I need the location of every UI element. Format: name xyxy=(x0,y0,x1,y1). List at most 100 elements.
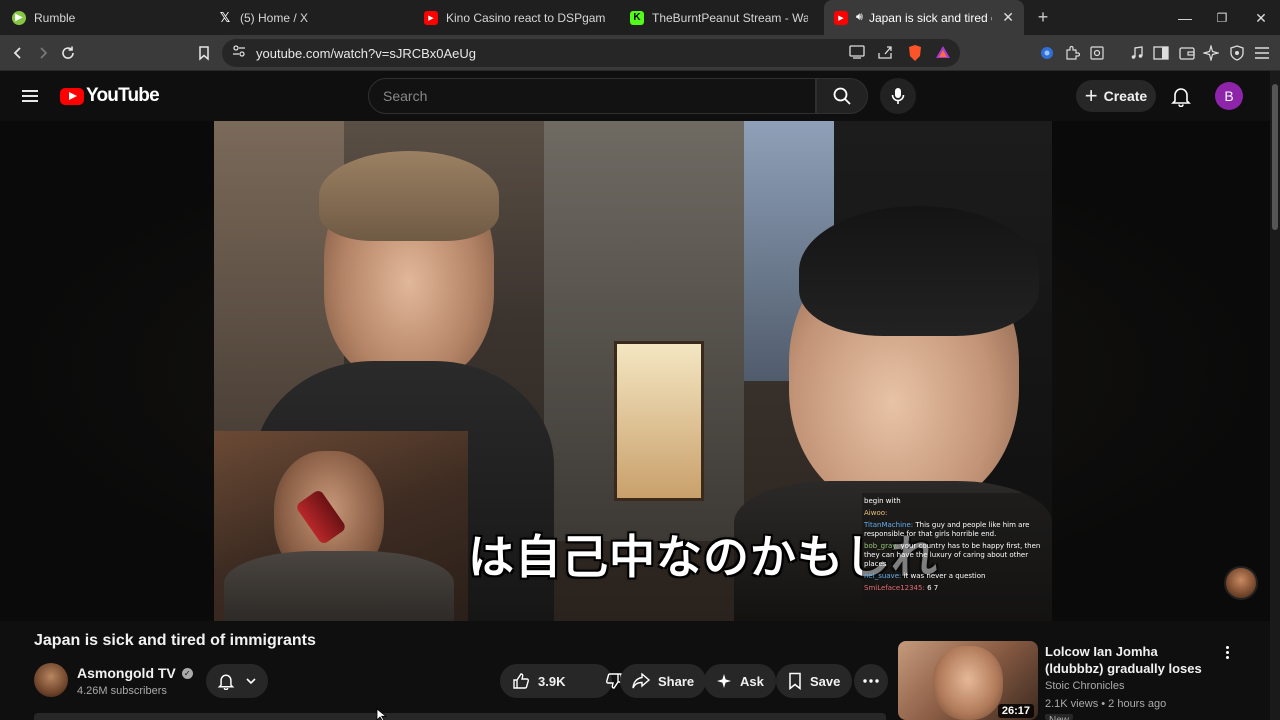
recommended-video-title[interactable]: Lolcow Ian Jomha (ldubbbz) gradually los… xyxy=(1045,643,1215,677)
channel-name: Asmongold TV xyxy=(77,665,176,681)
tab-label: (5) Home / X xyxy=(240,10,309,25)
minimize-icon[interactable]: — xyxy=(1175,8,1195,28)
chat-message: begin with xyxy=(864,497,1050,506)
notifications-bell-icon[interactable] xyxy=(1170,85,1192,108)
search-box[interactable] xyxy=(368,78,816,114)
chat-message: bob_gray: your country has to be happy f… xyxy=(864,542,1050,569)
search-icon xyxy=(833,87,851,105)
speaker-icon: 🔊︎ xyxy=(856,11,863,23)
channel-avatar[interactable] xyxy=(34,663,68,697)
browser-menu-icon[interactable] xyxy=(1253,44,1271,62)
site-settings-icon[interactable] xyxy=(232,44,246,63)
tab-kino-casino[interactable]: ▶ Kino Casino react to DSPgaming xyxy=(414,0,616,35)
tab-japan-video[interactable]: ▶ 🔊︎ Japan is sick and tired of imm ✕ xyxy=(824,0,1024,35)
create-button[interactable]: + Create xyxy=(1076,80,1156,112)
mouse-cursor-icon xyxy=(376,708,388,720)
browser-tab-strip: ▶ Rumble 𝕏 (5) Home / X ▶ Kino Casino re… xyxy=(0,0,1280,35)
youtube-logo[interactable]: YouTube xyxy=(60,85,160,107)
stream-chat-overlay: begin with Aiwoo: TitanMachine: This guy… xyxy=(862,493,1052,621)
reload-button[interactable] xyxy=(56,41,80,65)
tab-label: TheBurntPeanut Stream - Watch Live xyxy=(652,10,808,25)
person-right-hair xyxy=(799,206,1039,336)
save-button[interactable]: Save xyxy=(776,664,853,698)
menu-icon[interactable] xyxy=(20,86,40,106)
recommended-video-thumbnail[interactable]: 26:17 xyxy=(898,641,1038,720)
account-avatar[interactable]: B xyxy=(1215,82,1243,110)
brave-shield-icon[interactable] xyxy=(906,44,922,61)
url-text: youtube.com/watch?v=sJRCBx0AeUg xyxy=(256,45,477,61)
scene-shop-sign xyxy=(614,341,704,501)
voice-search-button[interactable] xyxy=(880,78,916,114)
puzzle-extensions-icon[interactable] xyxy=(1063,44,1081,62)
brave-rewards-icon[interactable] xyxy=(935,44,951,60)
more-actions-button[interactable] xyxy=(854,664,888,698)
vpn-icon[interactable] xyxy=(1228,44,1246,62)
chevron-down-icon xyxy=(246,678,256,685)
restore-icon[interactable]: ❐ xyxy=(1212,8,1232,28)
music-note-icon[interactable] xyxy=(1128,44,1146,62)
tab-x-home[interactable]: 𝕏 (5) Home / X xyxy=(208,0,410,35)
ask-label: Ask xyxy=(740,673,764,689)
forward-button[interactable] xyxy=(31,41,55,65)
video-player[interactable]: は自己中なのかもしれ begin with Aiwoo: TitanMachin… xyxy=(0,121,1280,621)
floating-avatar-button[interactable] xyxy=(1224,566,1258,600)
new-tab-button[interactable]: + xyxy=(1032,6,1054,28)
create-label: Create xyxy=(1103,88,1148,104)
recommended-video-meta: 2.1K views • 2 hours ago xyxy=(1045,698,1167,710)
tab-label: Japan is sick and tired of imm xyxy=(868,10,992,25)
youtube-wordmark: YouTube xyxy=(86,85,160,106)
streamer-webcam-overlay xyxy=(214,431,468,621)
sparkle-icon xyxy=(717,674,731,688)
share-button[interactable]: Share xyxy=(620,664,707,698)
like-count: 3.9K xyxy=(538,673,566,689)
like-dislike-group: 3.9K xyxy=(500,664,623,698)
subscription-bell-button[interactable] xyxy=(206,664,268,698)
streamer-shirt xyxy=(224,551,454,621)
search-button[interactable] xyxy=(816,78,868,114)
back-button[interactable] xyxy=(6,41,30,65)
x-icon: 𝕏 xyxy=(219,9,231,25)
rumble-icon: ▶ xyxy=(12,10,26,25)
video-duration: 26:17 xyxy=(997,704,1034,718)
bookmark-icon[interactable] xyxy=(192,41,216,65)
chat-text: it was never a question xyxy=(903,572,986,580)
share-label: Share xyxy=(658,673,695,689)
tab-close-icon[interactable]: ✕ xyxy=(1002,9,1014,26)
window-close-icon[interactable]: ✕ xyxy=(1251,8,1271,28)
page-scrollbar-thumb[interactable] xyxy=(1272,84,1278,230)
wallet-icon[interactable] xyxy=(1178,44,1196,62)
chat-message: SmiLeface12345: 6 7 xyxy=(864,584,1050,593)
verified-check-icon: ✓ xyxy=(181,667,193,679)
more-horizontal-icon xyxy=(863,679,879,683)
share-page-icon[interactable] xyxy=(877,45,893,61)
like-button[interactable]: 3.9K xyxy=(500,664,577,698)
bookmark-save-icon xyxy=(789,672,801,690)
ask-button[interactable]: Ask xyxy=(704,664,776,698)
description-box-edge[interactable] xyxy=(34,713,886,720)
chat-username: Aiwoo: xyxy=(864,509,888,517)
youtube-icon: ▶ xyxy=(834,10,848,25)
plus-icon: + xyxy=(1084,83,1098,108)
search-input[interactable] xyxy=(383,88,815,104)
chat-message: TitanMachine: This guy and people like h… xyxy=(864,521,1050,539)
video-frame[interactable]: は自己中なのかもしれ begin with Aiwoo: TitanMachin… xyxy=(214,121,1052,621)
extension-icon[interactable] xyxy=(1038,44,1056,62)
sidebar-toggle-icon[interactable] xyxy=(1152,44,1170,62)
chat-text: 6 7 xyxy=(927,584,939,592)
leo-ai-icon[interactable] xyxy=(1202,44,1220,62)
screenshot-icon[interactable] xyxy=(1088,44,1106,62)
tab-burnt-peanut[interactable]: K TheBurntPeanut Stream - Watch Live xyxy=(620,0,818,35)
youtube-play-icon xyxy=(60,87,84,105)
youtube-header: YouTube + Create B xyxy=(0,71,1280,121)
tab-rumble[interactable]: ▶ Rumble xyxy=(2,0,204,35)
browser-toolbar: youtube.com/watch?v=sJRCBx0AeUg xyxy=(0,35,1280,71)
recommended-video-channel[interactable]: Stoic Chronicles xyxy=(1045,680,1124,692)
youtube-icon: ▶ xyxy=(424,10,438,25)
channel-name-link[interactable]: Asmongold TV ✓ xyxy=(77,665,193,681)
chat-username: nel_suave: xyxy=(864,572,902,580)
person-left-hair xyxy=(319,151,499,241)
subscriber-count: 4.26M subscribers xyxy=(77,685,167,697)
recommended-more-icon[interactable] xyxy=(1219,643,1235,661)
cast-icon[interactable] xyxy=(849,45,865,61)
new-badge: New xyxy=(1045,714,1074,720)
